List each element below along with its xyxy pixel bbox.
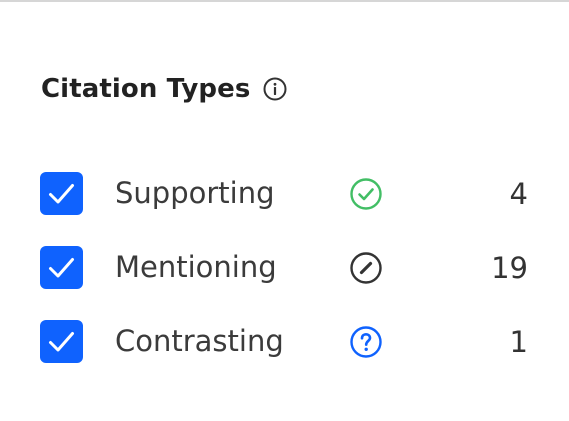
check-circle-icon (349, 177, 383, 211)
citation-type-row-mentioning[interactable]: Mentioning 19 (40, 246, 530, 289)
supporting-checkbox[interactable] (40, 172, 83, 215)
panel-title: Citation Types (41, 74, 251, 104)
citation-type-row-supporting[interactable]: Supporting 4 (40, 172, 530, 215)
panel-header: Citation Types (41, 71, 288, 107)
mentioning-label: Mentioning (115, 250, 277, 284)
contrasting-count: 1 (509, 325, 528, 359)
question-circle-icon (349, 325, 383, 359)
citation-type-row-contrasting[interactable]: Contrasting 1 (40, 320, 530, 363)
mentioning-count: 19 (491, 251, 528, 285)
contrasting-label: Contrasting (115, 324, 284, 358)
slash-circle-icon (349, 251, 383, 285)
top-divider (0, 0, 569, 2)
info-icon[interactable] (262, 76, 288, 102)
supporting-count: 4 (509, 177, 528, 211)
mentioning-checkbox[interactable] (40, 246, 83, 289)
contrasting-checkbox[interactable] (40, 320, 83, 363)
supporting-label: Supporting (115, 176, 275, 210)
citation-type-list: Supporting 4 Mentioning 19 Contrasting 1 (40, 172, 530, 394)
